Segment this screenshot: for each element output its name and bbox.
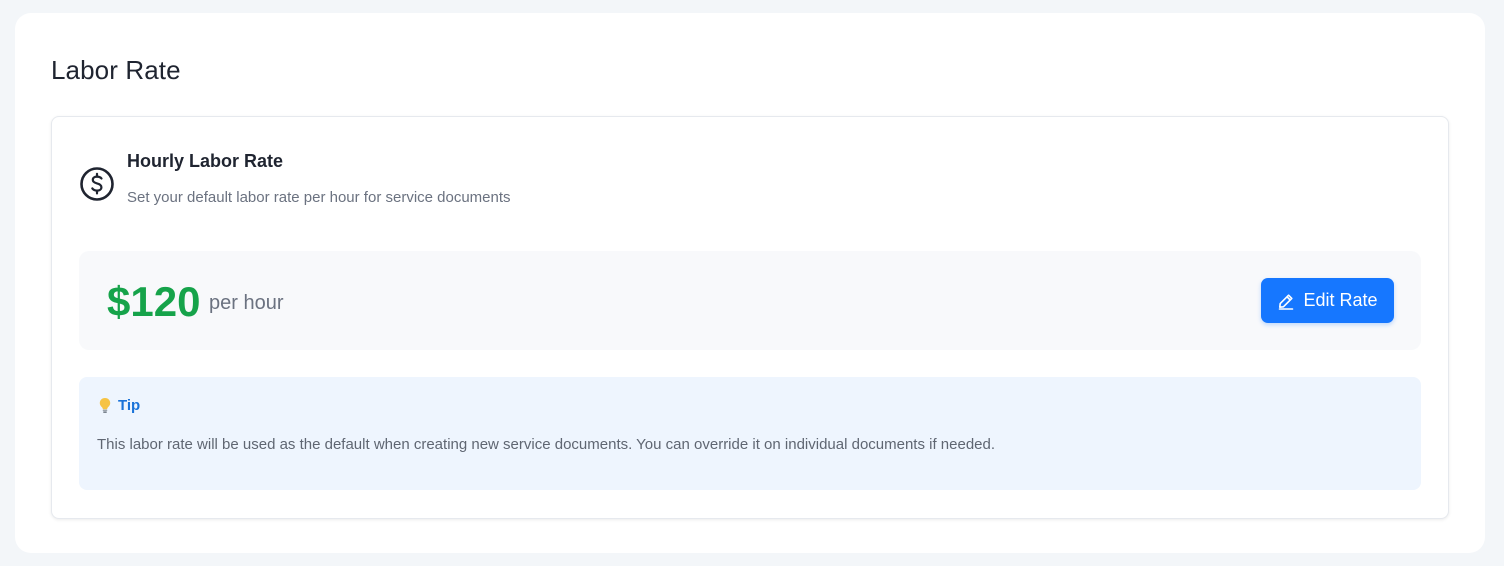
hourly-rate-card: Hourly Labor Rate Set your default labor… [51, 116, 1449, 519]
page-title: Labor Rate [51, 55, 181, 85]
pencil-icon [1279, 293, 1294, 310]
tip-header: Tip [98, 397, 140, 414]
rate-display: $120 per hour Edit Rate [79, 251, 1421, 350]
tip-label: Tip [118, 397, 141, 414]
section-title: Hourly Labor Rate [127, 151, 284, 171]
rate-unit: per hour [209, 292, 284, 314]
dollar-circle-icon [80, 167, 114, 201]
labor-rate-page: Labor Rate Hourly Labor Rate Set your de… [15, 13, 1485, 553]
tip-text: This labor rate will be used as the defa… [97, 436, 996, 453]
tip-box: Tip This labor rate will be used as the … [79, 377, 1421, 490]
rate-value: $120 [107, 278, 201, 325]
edit-rate-label: Edit Rate [1303, 290, 1378, 310]
lightbulb-icon [99, 398, 111, 413]
section-description: Set your default labor rate per hour for… [127, 189, 511, 206]
edit-rate-button[interactable]: Edit Rate [1261, 278, 1394, 323]
